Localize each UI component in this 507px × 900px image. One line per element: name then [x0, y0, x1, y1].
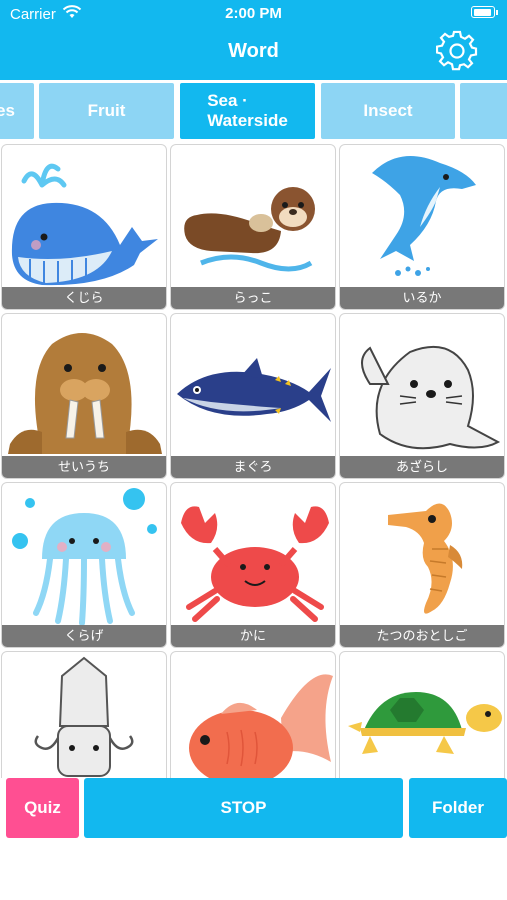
app-header: Carrier 2:00 PM Word [0, 0, 507, 80]
seahorse-icon [388, 503, 463, 614]
card-walrus[interactable]: せいうち [1, 313, 167, 479]
card-label: あざらし [340, 456, 504, 478]
status-bar: Carrier 2:00 PM [0, 0, 507, 28]
walrus-icon [8, 333, 162, 454]
tab-insect[interactable]: Insect [321, 83, 455, 139]
crab-icon [181, 506, 329, 622]
card-label: らっこ [171, 287, 335, 309]
battery-icon [471, 6, 498, 18]
gear-icon[interactable] [436, 30, 478, 72]
otter-icon [184, 187, 315, 272]
goldfish-icon [189, 674, 333, 778]
card-label: いるか [340, 287, 504, 309]
whale-icon [11, 163, 159, 286]
card-whale[interactable]: くじら [1, 144, 167, 310]
seal-icon [361, 345, 501, 450]
card-label: まぐろ [171, 456, 335, 478]
jellyfish-icon [12, 488, 157, 625]
squid-icon [34, 656, 134, 777]
clock: 2:00 PM [225, 5, 282, 22]
card-goldfish[interactable] [170, 651, 336, 778]
card-seahorse[interactable]: たつのおとしご [339, 482, 505, 648]
card-turtle[interactable] [339, 651, 505, 778]
card-label: かに [171, 625, 335, 647]
card-otter[interactable]: らっこ [170, 144, 336, 310]
category-tabs: es Fruit Sea · Waterside Insect [0, 80, 507, 142]
tab-fruit[interactable]: Fruit [39, 83, 174, 139]
card-tuna[interactable]: まぐろ [170, 313, 336, 479]
tab-partial-left[interactable]: es [0, 83, 34, 139]
tab-sea-waterside[interactable]: Sea · Waterside [180, 83, 315, 139]
folder-button[interactable]: Folder [409, 778, 507, 838]
card-squid[interactable] [1, 651, 167, 778]
turtle-icon [348, 692, 502, 754]
card-dolphin[interactable]: いるか [339, 144, 505, 310]
quiz-button[interactable]: Quiz [6, 778, 79, 838]
card-seal[interactable]: あざらし [339, 313, 505, 479]
bottom-toolbar: Quiz STOP Folder [0, 778, 507, 900]
card-label: たつのおとしご [340, 625, 504, 647]
stop-button[interactable]: STOP [84, 778, 403, 838]
word-grid: くじら らっこ いるか せいうち まぐろ あざらし くらげ かに たつのおとしご [0, 142, 507, 778]
tuna-icon [177, 358, 331, 422]
dolphin-icon [372, 155, 476, 276]
page-title: Word [228, 40, 279, 62]
card-label: せいうち [2, 456, 166, 478]
card-crab[interactable]: かに [170, 482, 336, 648]
card-jellyfish[interactable]: くらげ [1, 482, 167, 648]
card-label: くじら [2, 287, 166, 309]
card-label: くらげ [2, 625, 166, 647]
tab-partial-right[interactable] [460, 83, 507, 139]
